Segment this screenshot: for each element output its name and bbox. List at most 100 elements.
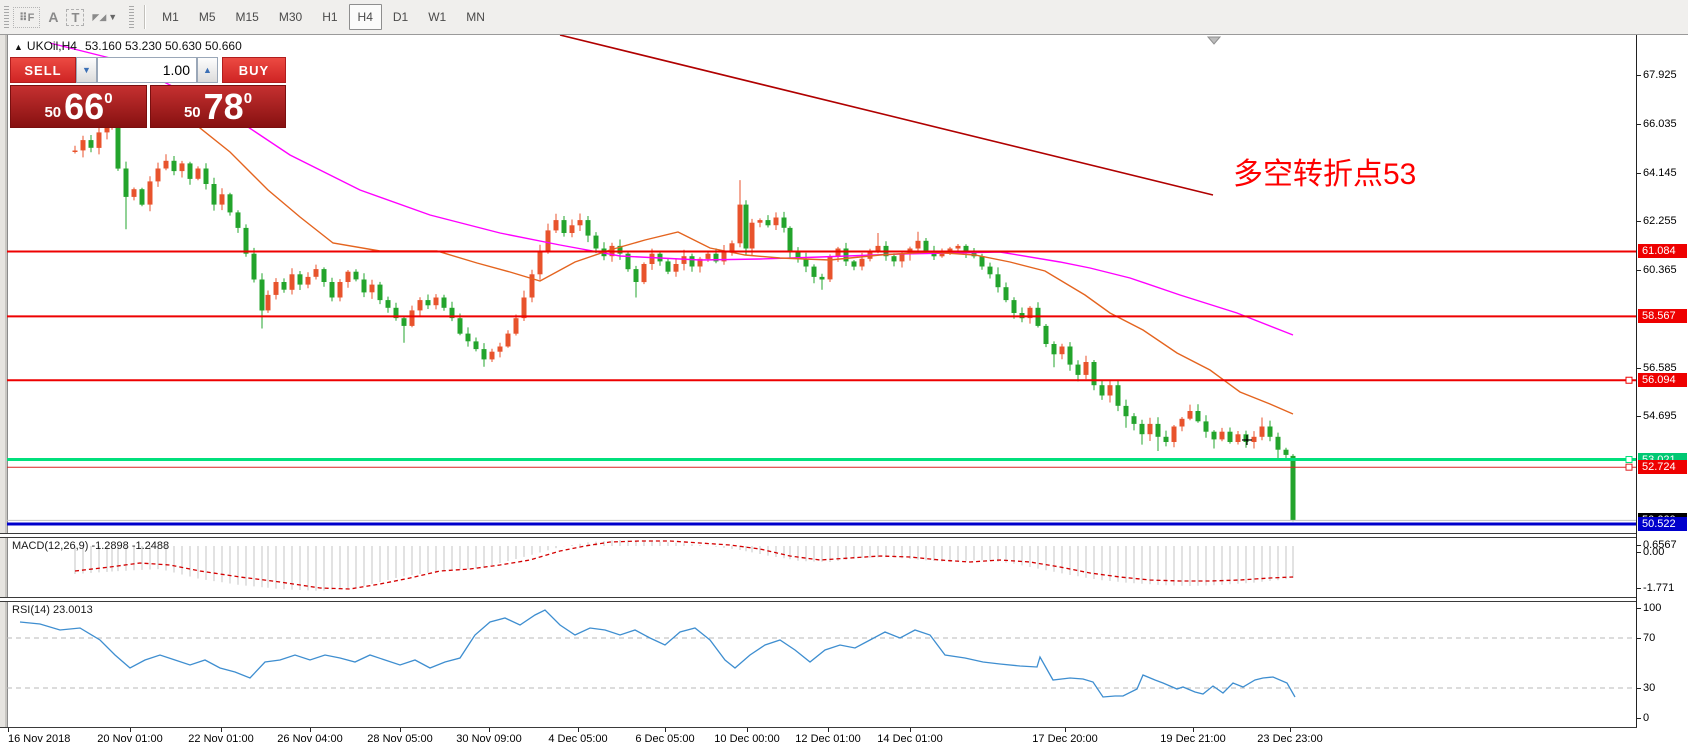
price-scale-label: 67.925 [1643,70,1677,81]
timeframe-button-w1[interactable]: W1 [419,4,455,30]
scale-tick [1637,416,1641,417]
rsi-scale-label: 30 [1643,683,1655,694]
time-axis-tick [130,728,131,732]
volume-decrease-button[interactable]: ▼ [76,57,97,83]
text-label-icon[interactable]: A [40,7,66,27]
toolbar: ⠿F A T ◤◢▼ M1M5M15M30H1H4D1W1MN [0,0,1688,35]
timeframe-button-m1[interactable]: M1 [153,4,188,30]
timeframe-button-m5[interactable]: M5 [190,4,225,30]
scale-tick [1637,368,1641,369]
symbol-name: UKOil,H4 [27,39,77,53]
toolbar-separator [144,5,146,29]
buy-price-big: 78 [204,88,244,126]
buy-price-sup: 0 [244,90,252,107]
timeframe-button-h1[interactable]: H1 [313,4,346,30]
draw-objects-icon[interactable]: ◤◢▼ [84,10,125,25]
time-axis-tick [221,728,222,732]
time-axis-label: 14 Dec 01:00 [877,733,942,745]
chart-annotation-text: 多空转折点53 [1233,149,1416,193]
templates-f-icon[interactable]: ⠿F [13,7,40,28]
scale-tick [1637,608,1641,609]
time-axis-tick [489,728,490,732]
text-box-icon[interactable]: T [66,9,84,26]
time-axis-label: 20 Nov 01:00 [97,733,162,745]
time-axis-label: 17 Dec 20:00 [1032,733,1097,745]
scale-tick [1637,124,1641,125]
time-axis-tick [578,728,579,732]
scale-tick [1637,270,1641,271]
chevron-down-icon: ▼ [82,65,91,75]
sell-price-big: 66 [64,88,104,126]
buy-price-prefix: 50 [184,104,201,121]
time-axis-label: 6 Dec 05:00 [635,733,694,745]
chevron-down-icon: ▼ [108,12,117,22]
time-axis-label: 4 Dec 05:00 [548,733,607,745]
timeframe-button-mn[interactable]: MN [457,4,494,30]
rsi-scale-label: 0 [1643,713,1649,724]
timeframe-bar: M1M5M15M30H1H4D1W1MN [152,4,495,30]
time-axis-tick [1290,728,1291,732]
sell-button[interactable]: SELL [10,57,76,83]
time-axis-label: 16 Nov 2018 [8,733,70,745]
scale-tick [1637,688,1641,689]
ohlc-values: 53.160 53.230 50.630 50.660 [85,39,242,53]
macd-pane-canvas[interactable] [7,537,1636,597]
time-axis-tick [747,728,748,732]
volume-input[interactable] [97,57,197,83]
scale-tick [1637,718,1641,719]
price-level-badge: 52.724 [1638,460,1687,474]
scale-tick [1637,221,1641,222]
time-axis-tick [1193,728,1194,732]
price-scale-label: 64.145 [1643,168,1677,179]
price-scale-label: 54.695 [1643,411,1677,422]
timeframe-button-h4[interactable]: H4 [349,4,382,30]
time-axis-label: 19 Dec 21:00 [1160,733,1225,745]
time-axis-tick [910,728,911,732]
rsi-scale-label: 100 [1643,603,1661,614]
time-axis-label: 23 Dec 23:00 [1257,733,1322,745]
chevron-up-icon: ▲ [203,65,212,75]
scale-tick [1637,552,1641,553]
price-level-badge: 50.522 [1638,517,1687,531]
buy-price-panel[interactable]: 50 78 0 [150,85,286,128]
time-axis-label: 10 Dec 00:00 [714,733,779,745]
scale-tick [1637,75,1641,76]
macd-scale-label: 0.00 [1643,547,1664,558]
time-axis[interactable]: 16 Nov 2018 20 Nov 01:00 22 Nov 01:00 26 No… [0,728,1688,751]
price-level-badge: 58.567 [1638,309,1687,323]
scale-tick [1637,588,1641,589]
time-axis-label: 12 Dec 01:00 [795,733,860,745]
time-axis-tick [1065,728,1066,732]
price-scale-label: 66.035 [1643,119,1677,130]
price-scale-label: 60.365 [1643,265,1677,276]
rsi-pane-canvas[interactable] [7,601,1636,727]
buy-button[interactable]: BUY [222,57,286,83]
time-axis-label: 22 Nov 01:00 [188,733,253,745]
time-axis-tick [400,728,401,732]
time-axis-tick [310,728,311,732]
time-axis-label: 26 Nov 04:00 [277,733,342,745]
price-scale[interactable]: 67.925 66.035 64.145 62.255 60.365 56.585 54.6… [1637,35,1688,751]
rsi-label: RSI(14) 23.0013 [12,604,93,616]
timeframe-button-m15[interactable]: M15 [227,4,268,30]
time-axis-label: 30 Nov 09:00 [456,733,521,745]
price-level-badge: 56.094 [1638,373,1687,387]
timeframe-button-d1[interactable]: D1 [384,4,417,30]
toolbar-grip2[interactable] [129,6,134,28]
scale-tick [1637,173,1641,174]
sell-price-prefix: 50 [44,104,61,121]
sell-price-panel[interactable]: 50 66 0 [10,85,147,128]
toolbar-grip[interactable] [4,6,9,28]
price-scale-label: 62.255 [1643,216,1677,227]
symbol-marker-icon: ▲ [14,42,23,52]
macd-scale-label: -1.771 [1643,583,1674,594]
scale-tick [1637,545,1641,546]
price-level-badge: 61.084 [1638,244,1687,258]
price-scale-label: 56.585 [1643,363,1677,374]
time-axis-tick [828,728,829,732]
time-axis-tick [8,728,9,732]
volume-increase-button[interactable]: ▲ [197,57,218,83]
sell-price-sup: 0 [104,90,112,107]
timeframe-button-m30[interactable]: M30 [270,4,311,30]
time-axis-label: 28 Nov 05:00 [367,733,432,745]
